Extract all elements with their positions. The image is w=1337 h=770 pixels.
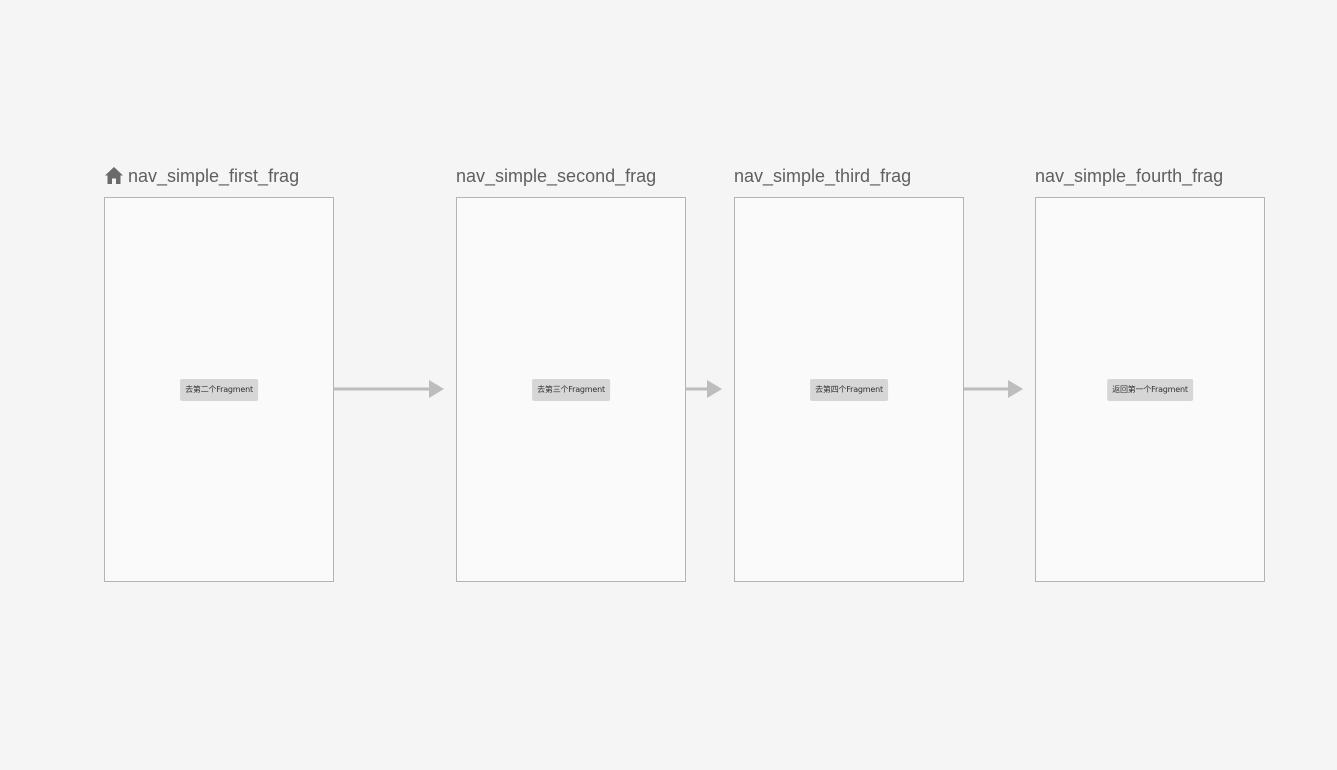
destination-title-third[interactable]: nav_simple_third_frag — [734, 165, 911, 187]
destination-frame-third[interactable]: 去第四个Fragment — [734, 197, 964, 582]
destination-frame-fourth[interactable]: 返回第一个Fragment — [1035, 197, 1265, 582]
destination-name: nav_simple_third_frag — [734, 166, 912, 186]
destination-frame-second[interactable]: 去第三个Fragment — [456, 197, 686, 582]
go-second-fragment-button[interactable]: 去第二个Fragment — [180, 379, 258, 401]
destination-frame-first[interactable]: 去第二个Fragment — [104, 197, 334, 582]
destination-title-first[interactable]: nav_simple_first_frag — [104, 165, 299, 187]
destination-title-second[interactable]: nav_simple_second_frag — [456, 165, 656, 187]
go-fourth-fragment-button[interactable]: 去第四个Fragment — [810, 379, 888, 401]
destination-title-fourth[interactable]: nav_simple_fourth_frag — [1035, 165, 1223, 187]
navigation-graph-canvas: nav_simple_first_frag 去第二个Fragment nav_s… — [0, 0, 1337, 770]
home-icon — [104, 166, 124, 186]
action-arrow-first-to-second[interactable] — [334, 380, 444, 398]
go-third-fragment-button[interactable]: 去第三个Fragment — [532, 379, 610, 401]
action-arrow-third-to-fourth[interactable] — [964, 380, 1023, 398]
destination-name: nav_simple_second_frag — [456, 166, 657, 186]
destination-name: nav_simple_first_frag — [128, 166, 300, 186]
action-arrow-second-to-third[interactable] — [686, 380, 722, 398]
back-first-fragment-button[interactable]: 返回第一个Fragment — [1107, 379, 1193, 401]
destination-name: nav_simple_fourth_frag — [1035, 166, 1224, 186]
